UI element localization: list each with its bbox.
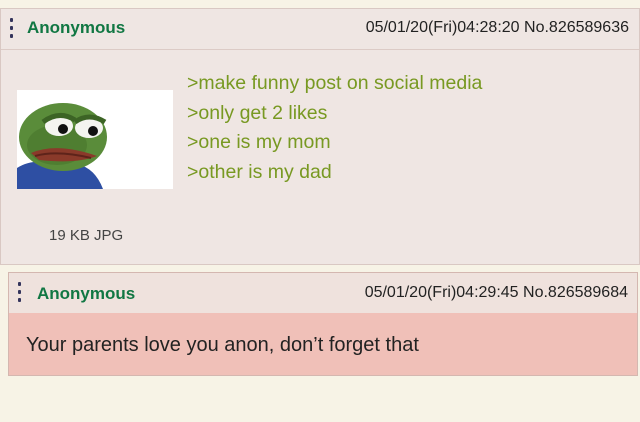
post-body: >make funny post on social media >only g… — [187, 69, 482, 187]
post-number[interactable]: No.826589684 — [523, 284, 628, 301]
post-meta: 05/01/20(Fri)04:28:20 No.826589636 — [366, 19, 629, 37]
post-datetime: 05/01/20(Fri)04:28:20 — [365, 19, 520, 36]
greentext-line: >make funny post on social media — [187, 72, 483, 94]
post-menu-icon[interactable] — [17, 282, 22, 302]
post-datetime: 05/01/20(Fri)04:29:45 — [364, 284, 519, 301]
reply-text: Your parents love you anon, don’t forget… — [26, 334, 419, 356]
greentext-line: >one is my mom — [187, 131, 331, 153]
post-header: Anonymous 05/01/20(Fri)04:29:45 No.82658… — [9, 273, 637, 314]
reply-post: Anonymous 05/01/20(Fri)04:29:45 No.82658… — [8, 272, 638, 376]
reply-body: Your parents love you anon, don’t forget… — [9, 313, 637, 375]
greentext-line: >other is my dad — [187, 160, 332, 183]
file-info: 19 KB JPG — [49, 227, 124, 244]
post-number[interactable]: No.826589636 — [524, 19, 629, 36]
greentext-line: >only get 2 likes — [187, 101, 328, 124]
poster-name: Anonymous — [27, 18, 126, 37]
post-header: Anonymous 05/01/20(Fri)04:28:20 No.82658… — [1, 9, 639, 50]
post-menu-icon[interactable] — [9, 18, 14, 38]
sad-frog-icon[interactable] — [17, 90, 173, 189]
post-meta: 05/01/20(Fri)04:29:45 No.826589684 — [365, 284, 628, 302]
op-post: Anonymous 05/01/20(Fri)04:28:20 No.82658… — [0, 8, 640, 265]
poster-name: Anonymous — [37, 284, 136, 303]
